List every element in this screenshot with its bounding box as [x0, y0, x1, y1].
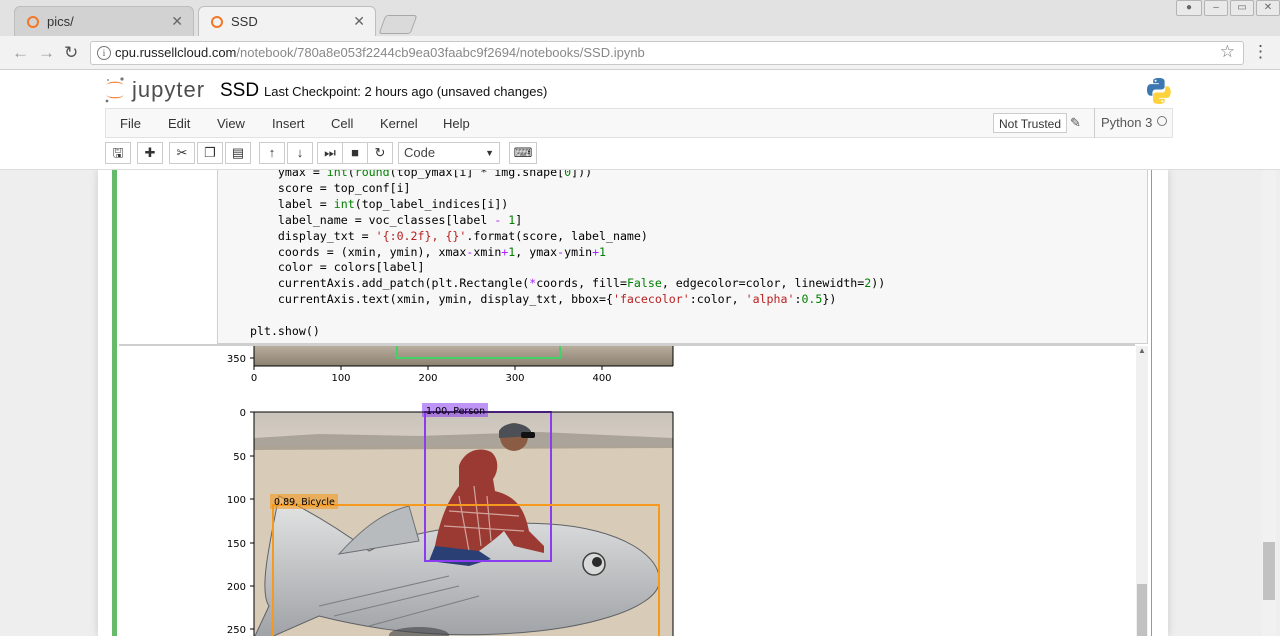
x-tick-label: 100	[331, 373, 350, 384]
y-tick-label: 50	[233, 452, 246, 463]
url-path: /notebook/780a8e053f2244cb9ea03faabc9f26…	[236, 45, 645, 60]
interrupt-icon[interactable]: ■	[342, 142, 368, 164]
jupyter-favicon-icon	[27, 15, 39, 28]
output-scroll-thumb[interactable]	[1137, 584, 1147, 636]
code-line: coords = (xmin, ymin), xmax-xmin+1, ymax…	[250, 244, 607, 259]
y-tick-label: 250	[227, 625, 246, 636]
browser-tab-ssd[interactable]: SSD ✕	[198, 6, 376, 36]
site-info-icon[interactable]: i	[97, 46, 111, 60]
menu-kernel[interactable]: Kernel	[380, 116, 418, 131]
cell-output: 350 0 100 200 300 400 1.00, Person 0.89,…	[119, 344, 1135, 636]
move-down-icon[interactable]: ↓	[287, 142, 313, 164]
code-line: display_txt = '{:0.2f}, {}'.format(score…	[250, 228, 648, 243]
code-line: label = int(top_label_indices[i])	[250, 196, 509, 211]
back-arrow-icon[interactable]: ←	[12, 43, 29, 63]
page-scroll-thumb[interactable]	[1263, 542, 1275, 600]
paste-icon[interactable]: ▤	[225, 142, 251, 164]
notebook-toolbar: 🖫 ✚ ✂ ❐ ▤ ↑ ↓ ⏭ ■ ↻ Code ▼ ⌨	[105, 140, 1173, 168]
code-line: label_name = voc_classes[label - 1]	[250, 212, 523, 227]
move-up-icon[interactable]: ↑	[259, 142, 285, 164]
code-line: score = top_conf[i]	[250, 180, 411, 195]
cut-icon[interactable]: ✂	[169, 142, 195, 164]
browser-tab-strip: pics/ ✕ SSD ✕ ● – ▭ ✕	[0, 0, 1280, 36]
checkpoint-status: Last Checkpoint: 2 hours ago (unsaved ch…	[264, 84, 548, 99]
keyboard-icon[interactable]: ⌨	[509, 142, 537, 164]
page-scrollbar[interactable]	[1262, 170, 1276, 636]
jupyter-favicon-icon	[211, 15, 223, 28]
save-icon[interactable]: 🖫	[105, 142, 131, 164]
menu-file[interactable]: File	[120, 116, 141, 131]
x-tick-label: 300	[505, 373, 524, 384]
code-editor[interactable]: ymax = int(round(top_ymax[i] * img.shape…	[250, 170, 885, 340]
kernel-name: Python 3	[1094, 108, 1152, 138]
x-tick-label: 400	[592, 373, 611, 384]
y-tick-label: 150	[227, 539, 246, 550]
reload-icon[interactable]: ↻	[64, 43, 78, 63]
y-tick-label: 100	[227, 495, 246, 506]
chevron-down-icon: ▼	[485, 148, 494, 158]
maximize-icon[interactable]: ▭	[1230, 0, 1254, 16]
trust-button[interactable]: Not Trusted	[993, 113, 1068, 133]
y-tick-label: 350	[227, 354, 246, 365]
user-icon[interactable]: ●	[1176, 0, 1202, 16]
menu-edit[interactable]: Edit	[168, 116, 190, 131]
forward-arrow-icon[interactable]: →	[38, 43, 55, 63]
code-line: currentAxis.text(xmin, ymin, display_txt…	[250, 292, 837, 307]
code-line: ymax = int(round(top_ymax[i] * img.shape…	[250, 170, 593, 179]
y-ticks-main: 0 50 100 150 200 250	[227, 408, 254, 636]
cell-type-select[interactable]: Code ▼	[398, 142, 500, 164]
detection-label-bicycle: 0.89, Bicycle	[274, 497, 335, 508]
cell-type-value: Code	[404, 145, 436, 160]
jupyter-logo-text: jupyter	[132, 77, 206, 102]
x-ticks-top: 0 100 200 300 400	[251, 366, 612, 384]
x-tick-label: 0	[251, 373, 257, 384]
y-tick-label: 0	[240, 408, 246, 419]
window-controls: ● – ▭ ✕	[1174, 0, 1280, 16]
python-logo-icon	[1147, 78, 1171, 104]
bookmark-star-icon[interactable]: ☆	[1220, 41, 1235, 63]
jupyter-logo-icon	[105, 77, 124, 103]
address-bar-row: ← → ↻ i cpu.russellcloud.com/notebook/78…	[0, 36, 1280, 70]
minimize-icon[interactable]: –	[1204, 0, 1228, 16]
copy-icon[interactable]: ❐	[197, 142, 223, 164]
tab-title: pics/	[47, 14, 74, 29]
jupyter-logo[interactable]: jupyter	[104, 76, 214, 106]
notebook-area: ymax = int(round(top_ymax[i] * img.shape…	[0, 170, 1280, 636]
plot-top: 350 0 100 200 300 400	[227, 346, 674, 384]
tab-title: SSD	[231, 14, 258, 29]
close-icon[interactable]: ✕	[353, 13, 365, 30]
code-line: color = colors[label]	[250, 260, 425, 275]
code-line: plt.show()	[250, 324, 320, 339]
url-field[interactable]: i cpu.russellcloud.com/notebook/780a8e05…	[90, 41, 1244, 65]
url-host: cpu.russellcloud.com	[115, 45, 237, 60]
notebook-name[interactable]: SSD	[220, 80, 259, 102]
run-icon[interactable]: ⏭	[317, 142, 343, 164]
pencil-icon[interactable]: ✎	[1070, 115, 1081, 131]
kernel-status-icon	[1157, 116, 1167, 126]
close-icon[interactable]: ✕	[171, 13, 183, 30]
scroll-up-icon[interactable]: ▲	[1138, 346, 1146, 355]
menu-view[interactable]: View	[217, 116, 245, 131]
menu-insert[interactable]: Insert	[272, 116, 305, 131]
browser-menu-icon[interactable]: ⋮	[1252, 42, 1269, 62]
y-tick-label: 200	[227, 582, 246, 593]
window-close-icon[interactable]: ✕	[1256, 0, 1280, 16]
plot-main: 1.00, Person 0.89, Bicycle 0 50 100 150 …	[227, 403, 674, 636]
restart-icon[interactable]: ↻	[367, 142, 393, 164]
menu-cell[interactable]: Cell	[331, 116, 353, 131]
photo-strip-top	[254, 346, 673, 366]
x-tick-label: 200	[418, 373, 437, 384]
output-scrollbar[interactable]: ▲	[1136, 346, 1148, 636]
output-figures: 350 0 100 200 300 400 1.00, Person 0.89,…	[227, 346, 674, 636]
cell-input[interactable]: ymax = int(round(top_ymax[i] * img.shape…	[217, 170, 1148, 344]
browser-tab-pics[interactable]: pics/ ✕	[14, 6, 194, 36]
menu-help[interactable]: Help	[443, 116, 470, 131]
new-tab-button[interactable]	[378, 15, 418, 34]
code-line: currentAxis.add_patch(plt.Rectangle(*coo…	[250, 276, 886, 291]
insert-cell-icon[interactable]: ✚	[137, 142, 163, 164]
